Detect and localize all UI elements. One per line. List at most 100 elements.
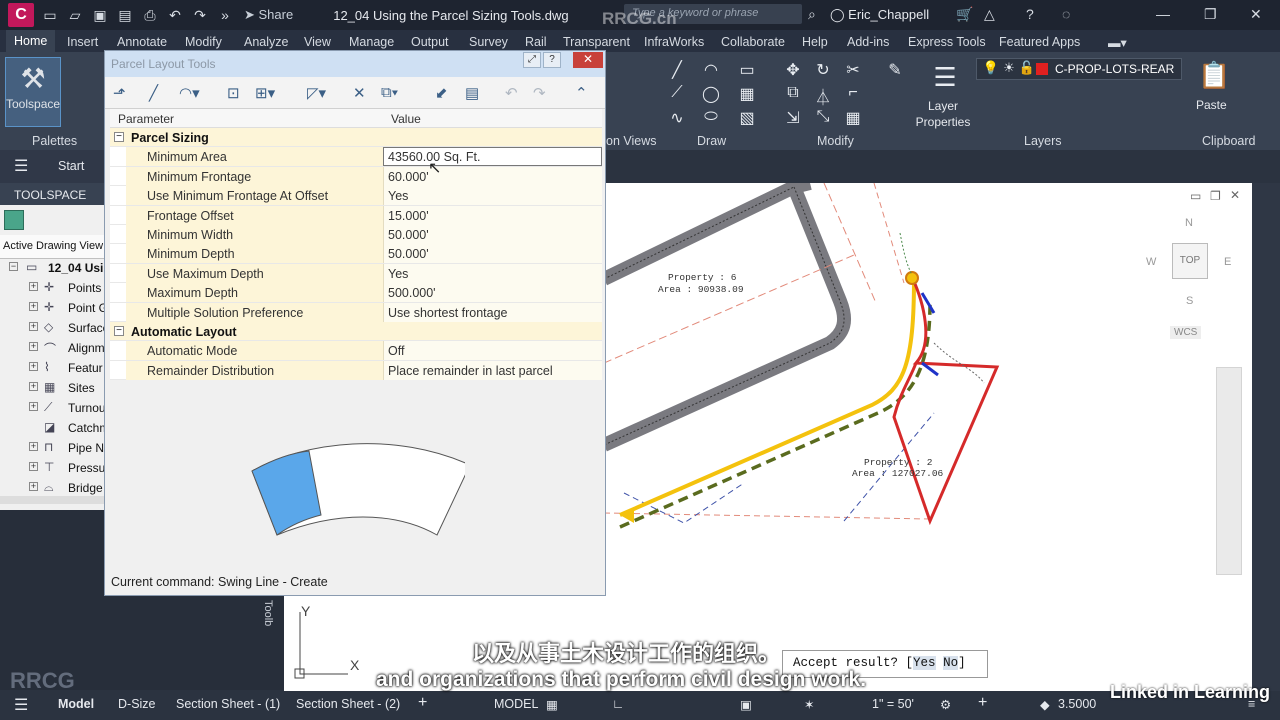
active-drawing-view-tab[interactable]: Active Drawing View — [0, 235, 104, 259]
row-remainder-distribution[interactable]: Remainder Distribution Place remainder in… — [110, 360, 602, 381]
dialog-close-button[interactable]: ✕ — [573, 52, 603, 68]
tab-d-size[interactable]: D-Size — [118, 697, 156, 711]
param-value[interactable]: 50.000' — [388, 247, 429, 261]
fixed-line-icon[interactable]: ╱ — [149, 84, 158, 102]
param-value[interactable]: Off — [388, 344, 404, 358]
move-icon[interactable]: ✥ — [782, 60, 804, 80]
cart-icon[interactable]: 🛒 — [956, 6, 973, 23]
tree-item-catchments[interactable]: ◪ Catchm — [0, 418, 104, 438]
community-icon[interactable]: ◌ — [1062, 6, 1070, 22]
new-file-icon[interactable]: ▭ — [41, 7, 59, 23]
palettes-panel-title[interactable]: Palettes — [32, 134, 77, 148]
sub-entity-editor-icon[interactable]: ▤ — [465, 84, 479, 102]
param-value[interactable]: 15.000' — [388, 209, 429, 223]
status-value[interactable]: 3.5000 — [1058, 697, 1096, 711]
model-space-button[interactable]: MODEL — [494, 697, 538, 711]
pivot-point[interactable] — [905, 271, 919, 285]
circle-icon[interactable]: ◯ — [700, 84, 722, 104]
tab-section-sheet-2[interactable]: Section Sheet - (2) — [296, 697, 400, 711]
app-logo[interactable]: C — [8, 3, 34, 27]
param-value[interactable]: 500.000' — [388, 286, 436, 300]
ellipse-icon[interactable]: ⬭ — [700, 108, 722, 126]
more-icon[interactable]: » — [216, 7, 234, 23]
free-form-icon[interactable]: ◸▾ — [307, 84, 326, 102]
search-icon[interactable]: ⌕ — [808, 6, 816, 23]
tab-manage[interactable]: Manage — [349, 35, 394, 49]
layout-menu-icon[interactable]: ☰ — [14, 695, 28, 715]
spline-icon[interactable]: ∿ — [666, 108, 688, 128]
yes-option[interactable]: Yes — [913, 656, 936, 670]
tab-analyze[interactable]: Analyze — [244, 35, 288, 49]
copy-icon[interactable]: ⧉ — [782, 84, 804, 102]
expand-icon[interactable]: + — [29, 442, 38, 451]
union-icon[interactable]: ⧉▾ — [381, 84, 398, 101]
category-automatic-layout[interactable]: − Automatic Layout — [110, 321, 602, 342]
tab-modify[interactable]: Modify — [185, 35, 222, 49]
grid-icon[interactable]: ▦ — [546, 697, 558, 712]
scale-icon[interactable]: ⤡ — [812, 108, 834, 126]
row-use-maximum-depth[interactable]: Use Maximum Depth Yes — [110, 263, 602, 284]
delete-sub-entity-icon[interactable]: ✕ — [353, 84, 366, 102]
tree-item-pipe-networks[interactable]: + ⊓ Pipe N — [0, 438, 104, 458]
undo-icon[interactable]: ↶ — [166, 7, 184, 23]
redo-icon[interactable]: ↷ — [533, 84, 546, 102]
tree-item-points[interactable]: + ✛ Points — [0, 278, 104, 298]
row-multiple-solution-preference[interactable]: Multiple Solution Preference Use shortest… — [110, 302, 602, 322]
hatch-icon[interactable]: ▦ — [736, 84, 758, 104]
drawing-canvas[interactable]: Property : 6 Area : 90938.09 Property : … — [600, 176, 1252, 691]
swing-line-icon[interactable]: ⊞▾ — [255, 84, 275, 102]
tab-output[interactable]: Output — [411, 35, 449, 49]
toolspace-button[interactable]: ⚒ Toolspace — [5, 57, 61, 127]
tree-item-point-groups[interactable]: + ✛ Point G — [0, 298, 104, 318]
row-minimum-depth[interactable]: Minimum Depth 50.000' — [110, 244, 602, 264]
isolate-icon[interactable]: ◆ — [1040, 697, 1050, 712]
viewport-maximize-icon[interactable]: ❐ — [1210, 189, 1221, 203]
tab-help[interactable]: Help — [802, 35, 828, 49]
tab-view[interactable]: View — [304, 35, 331, 49]
curve-icon[interactable]: ◠▾ — [179, 84, 200, 102]
viewcube[interactable]: TOP — [1172, 243, 1208, 279]
category-parcel-sizing[interactable]: − Parcel Sizing — [110, 128, 602, 148]
restore-icon[interactable]: ❐ — [1204, 6, 1217, 23]
open-folder-icon[interactable]: ▱ — [66, 7, 84, 23]
tab-survey[interactable]: Survey — [469, 35, 508, 49]
mirror-icon[interactable]: ⏃ — [812, 84, 834, 108]
viewport-minimize-icon[interactable]: ▭ — [1190, 189, 1201, 203]
erase-icon[interactable]: ✎ — [884, 60, 906, 80]
row-minimum-frontage[interactable]: Minimum Frontage 60.000' — [110, 166, 602, 187]
tab-home[interactable]: Home — [6, 30, 56, 52]
line-icon[interactable]: ╱ — [666, 60, 688, 80]
draw-panel-title[interactable]: Draw — [697, 134, 726, 148]
tab-annotate[interactable]: Annotate — [117, 35, 167, 49]
param-value[interactable]: Place remainder in last parcel — [388, 364, 553, 378]
a360-icon[interactable]: △ — [984, 6, 995, 23]
slide-line-icon[interactable]: ⊡ — [227, 84, 240, 102]
select-mode-icon[interactable]: ⬏ — [113, 84, 126, 102]
views-panel-title[interactable]: on Views — [606, 134, 657, 148]
dialog-restore-icon[interactable]: ⤢ — [523, 52, 541, 68]
tab-rail[interactable]: Rail — [525, 35, 547, 49]
tab-infraworks[interactable]: InfraWorks — [644, 35, 704, 49]
share-button[interactable]: ➤ Share — [244, 7, 293, 23]
centerline-selected[interactable] — [619, 278, 916, 517]
user-account[interactable]: ◯ Eric_Chappell — [830, 7, 929, 23]
tree-item-bridges[interactable]: + ⌓ Bridge — [0, 478, 104, 498]
clipboard-panel-title[interactable]: Clipboard — [1202, 134, 1256, 148]
param-value[interactable]: Yes — [388, 189, 408, 203]
save-as-icon[interactable]: ▤ — [116, 7, 134, 23]
save-icon[interactable]: ▣ — [91, 7, 109, 23]
modify-panel-title[interactable]: Modify — [817, 134, 854, 148]
add-layout-icon[interactable]: + — [418, 694, 427, 712]
tab-featured-apps[interactable]: Featured Apps — [999, 35, 1080, 49]
expand-icon[interactable]: + — [29, 482, 38, 491]
expand-icon[interactable]: + — [29, 282, 38, 291]
rectangle-icon[interactable]: ▭ — [736, 60, 758, 80]
tab-express-tools[interactable]: Express Tools — [908, 35, 986, 49]
tree-item-feature-lines[interactable]: + ⌇ Featur — [0, 358, 104, 378]
param-value[interactable]: 60.000' — [388, 170, 429, 184]
row-frontage-offset[interactable]: Frontage Offset 15.000' — [110, 205, 602, 225]
settings-icon[interactable]: ⚙ — [940, 697, 951, 712]
prospector-icon[interactable] — [4, 210, 24, 230]
tree-item-pressure-networks[interactable]: + ⊤ Pressu — [0, 458, 104, 478]
param-value[interactable]: Use shortest frontage — [388, 306, 508, 320]
